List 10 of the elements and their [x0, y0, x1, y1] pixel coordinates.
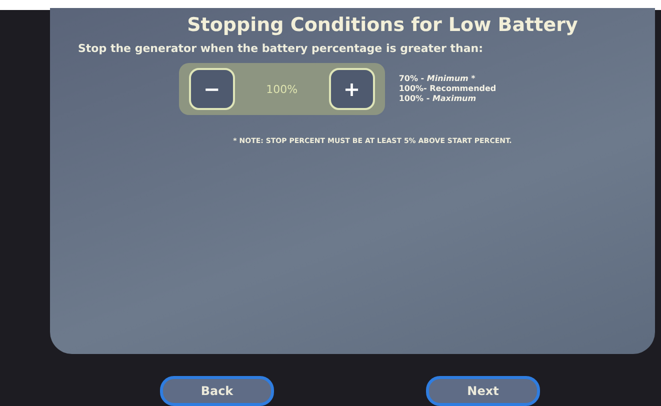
limit-text: 100% - Maximum [398, 94, 478, 104]
prompt-text: Stop the generator when the battery percentage is greater than: [78, 42, 484, 55]
limit-text: 70% - Minimum* [398, 74, 476, 84]
nav-button[interactable]: Next [426, 376, 540, 406]
decrement-button[interactable]: − [188, 68, 235, 110]
screen-title: Stopping Conditions for Low Battery [187, 14, 578, 36]
limit-text: 100%- Recommended [398, 84, 496, 94]
nav-button[interactable]: Back [160, 376, 274, 406]
increment-button[interactable]: + [328, 68, 375, 110]
percentage-value: 100% [266, 82, 298, 96]
